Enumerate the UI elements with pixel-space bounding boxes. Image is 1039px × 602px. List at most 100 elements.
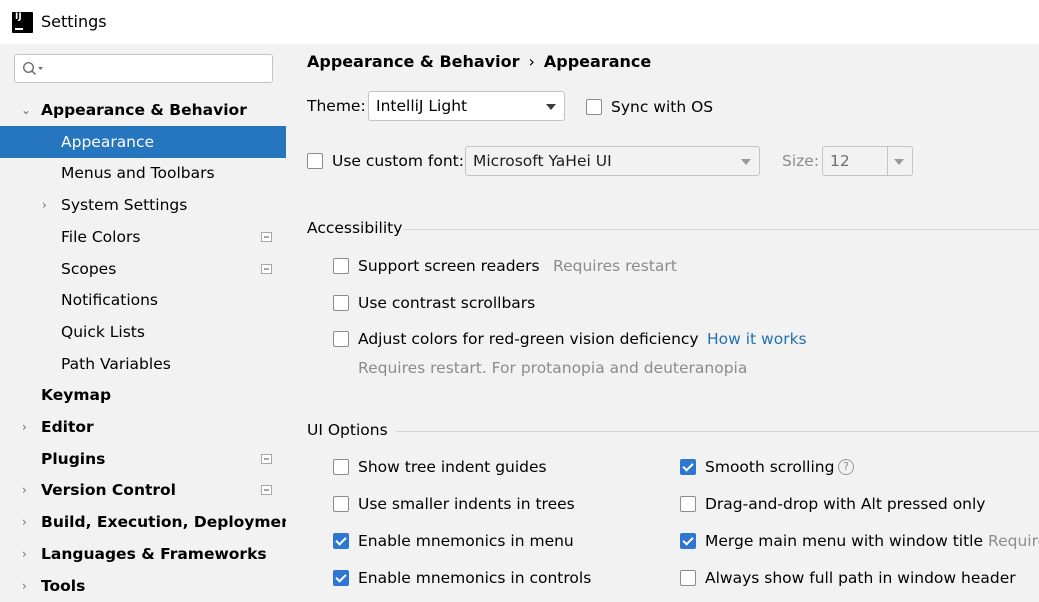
sidebar-item-label: Appearance [61,133,155,151]
sidebar-item-plugins[interactable]: Plugins [0,443,286,475]
mnemonics-menu-label: Enable mnemonics in menu [358,532,574,550]
merge-main-menu-label: Merge main menu with window title [705,532,984,550]
sidebar-item-path-variables[interactable]: Path Variables [0,348,286,380]
sidebar-item-build-execution-deployment[interactable]: › Build, Execution, Deployment [0,506,300,538]
sidebar-item-label: Path Variables [61,355,171,373]
chevron-right-icon[interactable]: › [42,189,54,221]
accessibility-section-title: Accessibility [307,219,403,237]
dropdown-arrow-icon [546,104,556,110]
chevron-right-icon[interactable]: › [22,538,34,570]
theme-label: Theme: [307,97,366,115]
support-screen-readers-label: Support screen readers [358,257,540,275]
sidebar-item-menus-toolbars[interactable]: Menus and Toolbars [0,157,286,189]
project-level-icon [261,454,272,464]
breadcrumb-parent[interactable]: Appearance & Behavior [307,52,519,71]
chevron-right-icon[interactable]: › [22,411,34,443]
sidebar-item-label: Quick Lists [61,323,145,341]
requires-restart-hint: Requires restart [553,257,677,275]
sidebar-item-tools[interactable]: › Tools [0,570,286,602]
contrast-scrollbars-label: Use contrast scrollbars [358,294,536,312]
sidebar-item-label: System Settings [61,196,188,214]
font-value: Microsoft YaHei UI [473,152,612,170]
sidebar-item-label: File Colors [61,228,141,246]
window-title: Settings [41,12,107,31]
dropdown-arrow-icon [741,159,751,165]
support-screen-readers-checkbox[interactable] [333,258,349,274]
size-label: Size: [782,152,820,170]
sidebar-item-label: Scopes [61,260,117,278]
search-input[interactable] [14,54,273,83]
chevron-right-icon[interactable]: › [22,474,34,506]
sidebar-item-editor[interactable]: › Editor [0,411,286,443]
use-custom-font-checkbox[interactable] [307,153,323,169]
section-divider [396,431,1039,432]
settings-content: Appearance & Behavior › Appearance Theme: … [286,44,1039,602]
font-size-value: 12 [830,152,850,170]
combo-divider [887,147,888,175]
sidebar-item-version-control[interactable]: › Version Control [0,474,286,506]
sidebar-item-file-colors[interactable]: File Colors [0,221,286,253]
help-icon[interactable]: ? [838,459,854,475]
requires-restart-hint: Require [988,532,1039,550]
sidebar-item-label: Menus and Toolbars [61,164,215,182]
full-path-header-label: Always show full path in window header [705,569,1016,587]
theme-value: IntelliJ Light [376,97,468,115]
tree-indent-guides-checkbox[interactable] [333,459,349,475]
project-level-icon [261,232,272,242]
chevron-down-icon[interactable]: ⌄ [21,94,33,126]
breadcrumb-separator: › [528,52,535,71]
sidebar-item-label: Keymap [41,386,112,404]
smaller-indents-label: Use smaller indents in trees [358,495,575,513]
color-deficiency-checkbox[interactable] [333,331,349,347]
how-it-works-link[interactable]: How it works [707,330,807,348]
project-level-icon [261,485,272,495]
drag-drop-alt-checkbox[interactable] [680,496,696,512]
drag-drop-alt-label: Drag-and-drop with Alt pressed only [705,495,986,513]
title-bar: IJ Settings [0,0,1039,44]
section-divider [403,229,1039,230]
sidebar-item-system-settings[interactable]: › System Settings [0,189,286,221]
contrast-scrollbars-checkbox[interactable] [333,295,349,311]
mnemonics-menu-checkbox[interactable] [333,533,349,549]
full-path-header-checkbox[interactable] [680,570,696,586]
use-custom-font-label: Use custom font: [332,152,464,170]
mnemonics-controls-label: Enable mnemonics in controls [358,569,592,587]
sidebar-item-label: Plugins [41,450,106,468]
sidebar-item-label: Notifications [61,291,159,309]
sidebar-item-label: Version Control [41,481,176,499]
sidebar-item-label: Editor [41,418,94,436]
chevron-right-icon[interactable]: › [22,506,34,538]
color-deficiency-label: Adjust colors for red-green vision defic… [358,330,699,348]
sidebar-item-appearance[interactable]: Appearance [0,126,286,158]
settings-sidebar: ⌄ Appearance & Behavior Appearance Menus… [0,44,300,602]
sidebar-item-label: Build, Execution, Deployment [41,513,300,531]
font-size-combo[interactable]: 12 [822,146,913,176]
ui-options-section-title: UI Options [307,421,388,439]
tree-indent-guides-label: Show tree indent guides [358,458,547,476]
breadcrumb-current: Appearance [543,52,652,71]
theme-dropdown[interactable]: IntelliJ Light [368,91,565,121]
sidebar-item-appearance-behavior[interactable]: ⌄ Appearance & Behavior [0,94,286,126]
sync-with-os-label: Sync with OS [611,98,714,116]
sidebar-item-label: Languages & Frameworks [41,545,267,563]
sidebar-item-quick-lists[interactable]: Quick Lists [0,316,286,348]
smaller-indents-checkbox[interactable] [333,496,349,512]
dropdown-arrow-icon [894,159,904,165]
merge-main-menu-checkbox[interactable] [680,533,696,549]
search-icon [22,61,43,76]
mnemonics-controls-checkbox[interactable] [333,570,349,586]
smooth-scrolling-label: Smooth scrolling [705,458,835,476]
smooth-scrolling-checkbox[interactable] [680,459,696,475]
intellij-app-icon: IJ [12,12,33,33]
sidebar-item-keymap[interactable]: Keymap [0,379,286,411]
sidebar-item-scopes[interactable]: Scopes [0,253,286,285]
sidebar-item-label: Appearance & Behavior [41,101,247,119]
font-dropdown[interactable]: Microsoft YaHei UI [465,146,760,176]
sidebar-item-languages-frameworks[interactable]: › Languages & Frameworks [0,538,286,570]
sync-with-os-checkbox[interactable] [586,99,602,115]
color-deficiency-hint: Requires restart. For protanopia and deu… [358,359,748,377]
project-level-icon [261,264,272,274]
chevron-right-icon[interactable]: › [22,570,34,602]
sidebar-item-notifications[interactable]: Notifications [0,284,286,316]
sidebar-item-label: Tools [41,577,86,595]
